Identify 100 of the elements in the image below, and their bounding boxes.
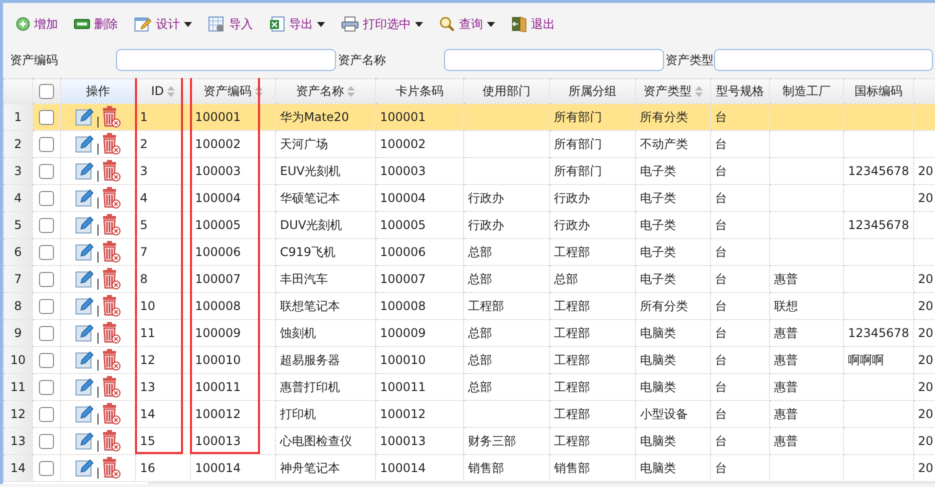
search-icon: [439, 16, 455, 32]
door-exit-icon: [511, 16, 527, 32]
row-checkbox[interactable]: [39, 272, 54, 287]
edit-icon[interactable]: [75, 161, 96, 181]
edit-icon[interactable]: [75, 323, 96, 343]
edit-icon[interactable]: [75, 215, 96, 235]
edit-icon[interactable]: [75, 269, 96, 289]
table-row[interactable]: 1 | 1 100001 华为Mate20 100001 所有部门 所有分类 台: [4, 104, 935, 130]
row-checkbox[interactable]: [39, 406, 54, 422]
row-number: 1: [4, 104, 32, 130]
edit-icon[interactable]: [75, 431, 96, 451]
table-cell: 100008: [376, 292, 464, 320]
row-checkbox[interactable]: [39, 190, 54, 206]
table-row[interactable]: 4 | 4 100004 华硕笔记本 100004 行政办 行政办 电子类 台 20: [4, 184, 935, 212]
toolbar-button[interactable]: 查询: [434, 12, 500, 36]
column-header[interactable]: 卡片条码: [376, 78, 464, 104]
table-cell: 所有部门: [550, 104, 636, 130]
table-row[interactable]: 6 | 7 100006 C919飞机 100006 总部 工程部 电子类 台: [4, 238, 935, 266]
table-row[interactable]: 5 | 5 100005 DUV光刻机 100005 行政办 行政办 电子类 台 12345678: [4, 212, 935, 238]
column-header[interactable]: 制造工厂: [770, 78, 844, 104]
table-cell: 总部: [464, 238, 550, 266]
search-field[interactable]: [444, 49, 664, 71]
toolbar-button[interactable]: 导出: [264, 12, 330, 36]
select-all-checkbox[interactable]: [39, 84, 54, 99]
search-field[interactable]: [116, 49, 336, 71]
table-cell: DUV光刻机: [276, 212, 376, 238]
table-row[interactable]: 10 | 12 100010 超易服务器 100010 总部 工程部 电脑类 台 惠普 啊啊啊 20: [4, 346, 935, 374]
trash-icon[interactable]: [100, 106, 121, 128]
trash-icon[interactable]: [100, 403, 121, 425]
trash-icon[interactable]: [100, 268, 121, 290]
row-checkbox[interactable]: [39, 352, 54, 368]
table-cell: 总部: [550, 266, 636, 292]
trash-icon[interactable]: [100, 430, 121, 452]
column-header[interactable]: 型号规格: [710, 78, 770, 104]
toolbar-button[interactable]: 打印选中: [336, 12, 428, 36]
table-row[interactable]: 13 | 15 100013 心电图检查仪 100013 财务三部 工程部 电脑类 台 惠普 20: [4, 428, 935, 454]
column-header[interactable]: 资产编码: [190, 78, 276, 104]
excel-icon: [269, 16, 285, 32]
table-row[interactable]: 7 | 8 100007 丰田汽车 100007 总部 总部 电子类 台 惠普 20: [4, 266, 935, 292]
table-cell: 行政办: [550, 212, 636, 238]
trash-icon[interactable]: [100, 457, 121, 479]
table-cell: 电脑类: [636, 374, 710, 400]
row-checkbox[interactable]: [39, 326, 54, 341]
row-checkbox[interactable]: [39, 244, 54, 260]
trash-icon[interactable]: [100, 349, 121, 371]
row-checkbox[interactable]: [39, 380, 54, 395]
edit-icon[interactable]: [75, 188, 96, 208]
edit-icon[interactable]: [75, 404, 96, 424]
column-header[interactable]: 使用部门: [464, 78, 550, 104]
table-cell: 工程部: [550, 346, 636, 374]
table-row[interactable]: 11 | 13 100011 惠普打印机 100011 总部 工程部 电脑类 台 惠普 20: [4, 374, 935, 400]
edit-icon[interactable]: [75, 242, 96, 262]
column-header[interactable]: ID: [136, 78, 190, 104]
table-cell: 100013: [190, 428, 276, 454]
edit-icon[interactable]: [75, 134, 96, 154]
trash-icon[interactable]: [100, 133, 121, 155]
edit-icon[interactable]: [75, 350, 96, 370]
row-checkbox[interactable]: [39, 218, 54, 233]
trash-icon[interactable]: [100, 241, 121, 263]
trash-icon[interactable]: [100, 295, 121, 317]
toolbar-button[interactable]: 设计: [129, 12, 197, 36]
row-number: 10: [4, 346, 32, 374]
toolbar-button[interactable]: 导入: [203, 12, 258, 36]
trash-icon[interactable]: [100, 322, 121, 344]
toolbar-button[interactable]: 删除: [69, 12, 123, 36]
row-checkbox[interactable]: [39, 434, 54, 449]
table-row[interactable]: 9 | 11 100009 蚀刻机 100009 总部 工程部 电脑类 台 惠普 12345678 20: [4, 320, 935, 346]
row-checkbox[interactable]: [39, 460, 54, 476]
column-header[interactable]: 资产名称: [276, 78, 376, 104]
search-field[interactable]: [714, 49, 933, 71]
row-checkbox[interactable]: [39, 136, 54, 152]
table-cell: 联想笔记本: [276, 292, 376, 320]
table-row[interactable]: 3 | 3 100003 EUV光刻机 100003 所有部门 电子类 台 12345678 20: [4, 158, 935, 184]
table-row[interactable]: 2 | 2 100002 天河广场 100002 所有部门 不动产类 台: [4, 130, 935, 158]
edit-icon[interactable]: [75, 296, 96, 316]
trash-icon[interactable]: [100, 187, 121, 209]
separator: |: [96, 114, 100, 128]
table-cell: 电子类: [636, 238, 710, 266]
toolbar-button[interactable]: 增加: [11, 12, 63, 36]
sort-icon: [694, 86, 702, 96]
table-row[interactable]: 12 | 14 100012 打印机 100012 工程部 小型设备 台 惠普 20: [4, 400, 935, 428]
table-cell: 所有分类: [636, 104, 710, 130]
edit-icon[interactable]: [75, 458, 96, 478]
table-cell: 100009: [190, 320, 276, 346]
table-cell: 总部: [464, 346, 550, 374]
table-cell: 100009: [376, 320, 464, 346]
trash-icon[interactable]: [100, 160, 121, 182]
row-checkbox[interactable]: [39, 298, 54, 314]
edit-icon[interactable]: [75, 377, 96, 397]
column-header[interactable]: 资产类型: [636, 78, 710, 104]
column-header[interactable]: 国标编码: [844, 78, 914, 104]
toolbar-button[interactable]: 退出: [506, 12, 560, 36]
column-header[interactable]: 所属分组: [550, 78, 636, 104]
trash-icon[interactable]: [100, 376, 121, 398]
edit-icon[interactable]: [75, 107, 96, 127]
trash-icon[interactable]: [100, 214, 121, 236]
row-checkbox[interactable]: [39, 110, 54, 125]
table-row[interactable]: 8 | 10 100008 联想笔记本 100008 工程部 工程部 所有分类 台 联想 20: [4, 292, 935, 320]
printer-icon: [341, 16, 359, 32]
row-checkbox[interactable]: [39, 164, 54, 179]
